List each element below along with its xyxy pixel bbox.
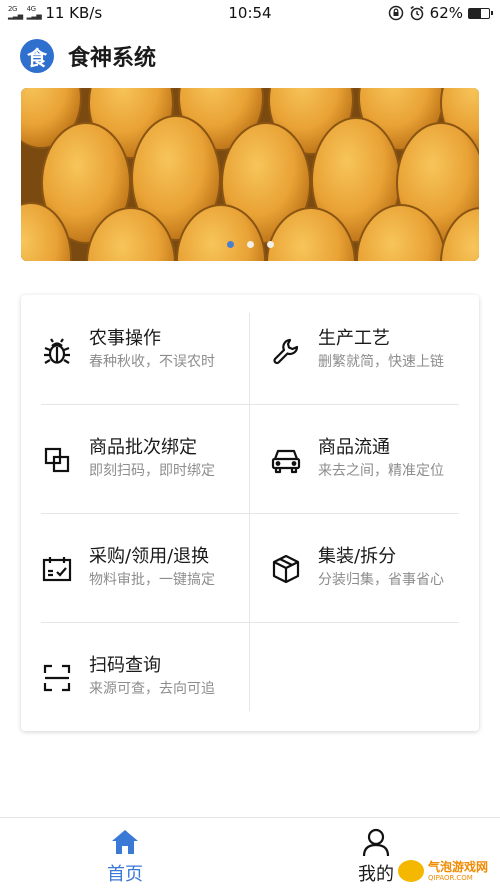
watermark-text-block: 气泡游戏网 QIPAOR.COM bbox=[428, 859, 489, 882]
menu-panel: 农事操作 春种秋收，不误农时 生产工艺 删繁就简，快速上链 商品批次绑定 即刻扫… bbox=[21, 295, 479, 731]
home-icon bbox=[112, 830, 138, 854]
menu-item-title: 采购/领用/退换 bbox=[89, 546, 210, 567]
menu-item-text: 农事操作 春种秋收，不误农时 bbox=[89, 327, 215, 372]
carousel-dot[interactable] bbox=[226, 241, 234, 248]
watermark-sub: QIPAOR.COM bbox=[428, 873, 473, 882]
network-speed: 11 KB/s bbox=[45, 4, 103, 22]
carousel-dots bbox=[21, 241, 479, 248]
watermark-mascot-icon bbox=[398, 860, 424, 882]
battery-fill bbox=[469, 8, 482, 18]
tab-home[interactable]: 首页 bbox=[65, 818, 185, 889]
menu-item-procurement[interactable]: 采购/领用/退换 物料审批，一键搞定 bbox=[21, 513, 250, 622]
banner-image-mangoes bbox=[21, 88, 479, 261]
battery-percent: 62% bbox=[429, 4, 463, 22]
menu-item-subtitle: 分装归集，省事省心 bbox=[318, 572, 444, 588]
menu-item-text: 采购/领用/退换 物料审批，一键搞定 bbox=[89, 545, 215, 590]
car-icon bbox=[271, 449, 301, 474]
menu-item-farm-operation[interactable]: 农事操作 春种秋收，不误农时 bbox=[21, 295, 250, 404]
menu-item-batch-binding[interactable]: 商品批次绑定 即刻扫码，即时绑定 bbox=[21, 404, 250, 513]
carousel-dot[interactable] bbox=[246, 241, 254, 248]
menu-item-subtitle: 来去之间，精准定位 bbox=[318, 463, 444, 479]
status-bar: 2G ▂▃▅ 4G ▂▃▅ 11 KB/s 10:54 62% bbox=[0, 0, 500, 26]
menu-item-title: 生产工艺 bbox=[318, 328, 390, 349]
menu-item-production-process[interactable]: 生产工艺 删繁就简，快速上链 bbox=[250, 295, 479, 404]
battery-icon bbox=[468, 7, 493, 19]
menu-item-text: 生产工艺 删繁就简，快速上链 bbox=[318, 327, 444, 372]
overlap-squares-icon bbox=[44, 447, 70, 473]
status-left: 2G ▂▃▅ 4G ▂▃▅ 11 KB/s bbox=[8, 4, 102, 22]
scan-icon bbox=[43, 664, 71, 692]
menu-item-title: 集装/拆分 bbox=[318, 546, 397, 567]
logo-char: 食 bbox=[27, 45, 47, 70]
tab-home-label: 首页 bbox=[107, 864, 143, 885]
tab-mine-label: 我的 bbox=[358, 864, 394, 885]
banner-carousel[interactable] bbox=[21, 88, 479, 261]
menu-item-subtitle: 春种秋收，不误农时 bbox=[89, 354, 215, 370]
menu-item-circulation[interactable]: 商品流通 来去之间，精准定位 bbox=[250, 404, 479, 513]
box-icon bbox=[272, 554, 300, 584]
menu-item-subtitle: 来源可查，去向可追 bbox=[89, 681, 215, 697]
menu-item-title: 商品流通 bbox=[318, 437, 390, 458]
menu-item-title: 扫码查询 bbox=[89, 655, 161, 676]
lock-rotation-icon bbox=[388, 5, 403, 21]
watermark-text: 气泡游戏网 bbox=[428, 859, 489, 874]
wrench-icon bbox=[273, 338, 299, 365]
menu-item-subtitle: 即刻扫码，即时绑定 bbox=[89, 463, 215, 479]
status-right: 62% bbox=[388, 4, 493, 22]
menu-item-scan-query[interactable]: 扫码查询 来源可查，去向可追 bbox=[21, 622, 250, 731]
watermark-logo: 气泡游戏网 QIPAOR.COM bbox=[398, 858, 498, 884]
menu-item-text: 商品批次绑定 即刻扫码，即时绑定 bbox=[89, 436, 215, 481]
menu-item-pack-split[interactable]: 集装/拆分 分装归集，省事省心 bbox=[250, 513, 479, 622]
app-logo: 食 bbox=[20, 39, 54, 73]
app-header: 食 食神系统 bbox=[20, 36, 156, 76]
menu-item-text: 商品流通 来去之间，精准定位 bbox=[318, 436, 444, 481]
signal-icon-2: 4G ▂▃▅ bbox=[26, 5, 42, 20]
menu-item-text: 集装/拆分 分装归集，省事省心 bbox=[318, 545, 444, 590]
alarm-icon bbox=[410, 5, 424, 21]
user-icon bbox=[362, 828, 390, 857]
signal-icon: 2G ▂▃▅ bbox=[8, 5, 23, 20]
calendar-check-icon bbox=[42, 557, 72, 582]
page-title: 食神系统 bbox=[68, 46, 157, 71]
menu-item-title: 农事操作 bbox=[89, 328, 161, 349]
menu-item-subtitle: 物料审批，一键搞定 bbox=[89, 572, 215, 588]
carousel-dot[interactable] bbox=[266, 241, 274, 248]
menu-item-subtitle: 删繁就简，快速上链 bbox=[318, 354, 444, 370]
bug-icon bbox=[44, 338, 70, 364]
menu-item-text: 扫码查询 来源可查，去向可追 bbox=[89, 654, 215, 699]
menu-item-title: 商品批次绑定 bbox=[89, 437, 197, 458]
